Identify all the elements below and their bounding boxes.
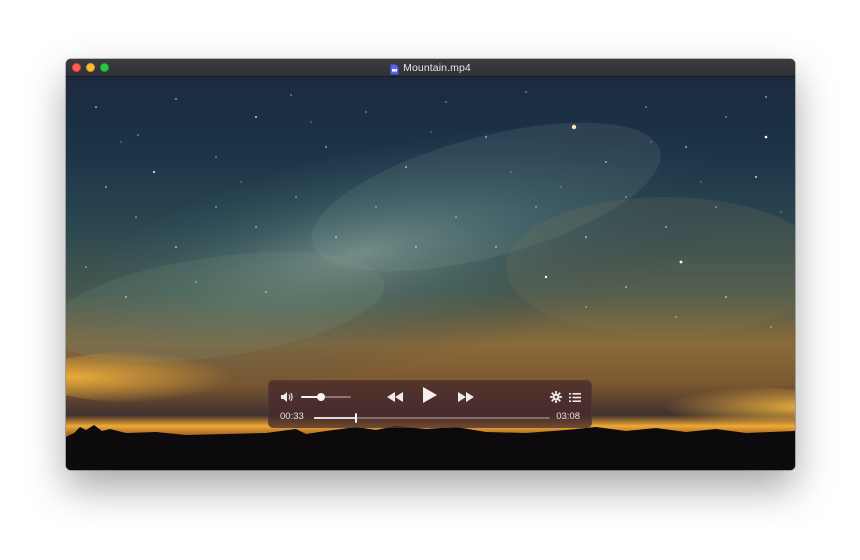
fast-forward-icon[interactable]: [457, 390, 475, 408]
playback-progress-fill: [314, 417, 357, 419]
playback-scrubber[interactable]: [314, 413, 550, 423]
video-file-icon: [390, 62, 399, 75]
window-title-group: Mountain.mp4: [66, 59, 795, 76]
title-bar[interactable]: Mountain.mp4: [66, 59, 795, 77]
volume-slider-knob[interactable]: [317, 393, 325, 401]
total-duration: 03:08: [556, 411, 580, 422]
speaker-volume-icon[interactable]: [280, 390, 294, 408]
elapsed-time: 00:33: [280, 411, 304, 422]
volume-slider[interactable]: [301, 393, 351, 401]
player-window: Mountain.mp4 00:33 03:08: [66, 59, 795, 470]
list-icon[interactable]: [569, 390, 581, 408]
gear-icon[interactable]: [550, 390, 562, 408]
playhead[interactable]: [355, 413, 358, 423]
play-icon[interactable]: [422, 386, 438, 409]
window-title: Mountain.mp4: [403, 61, 471, 74]
playback-controls: 00:33 03:08: [268, 380, 592, 428]
rewind-icon[interactable]: [386, 390, 404, 408]
